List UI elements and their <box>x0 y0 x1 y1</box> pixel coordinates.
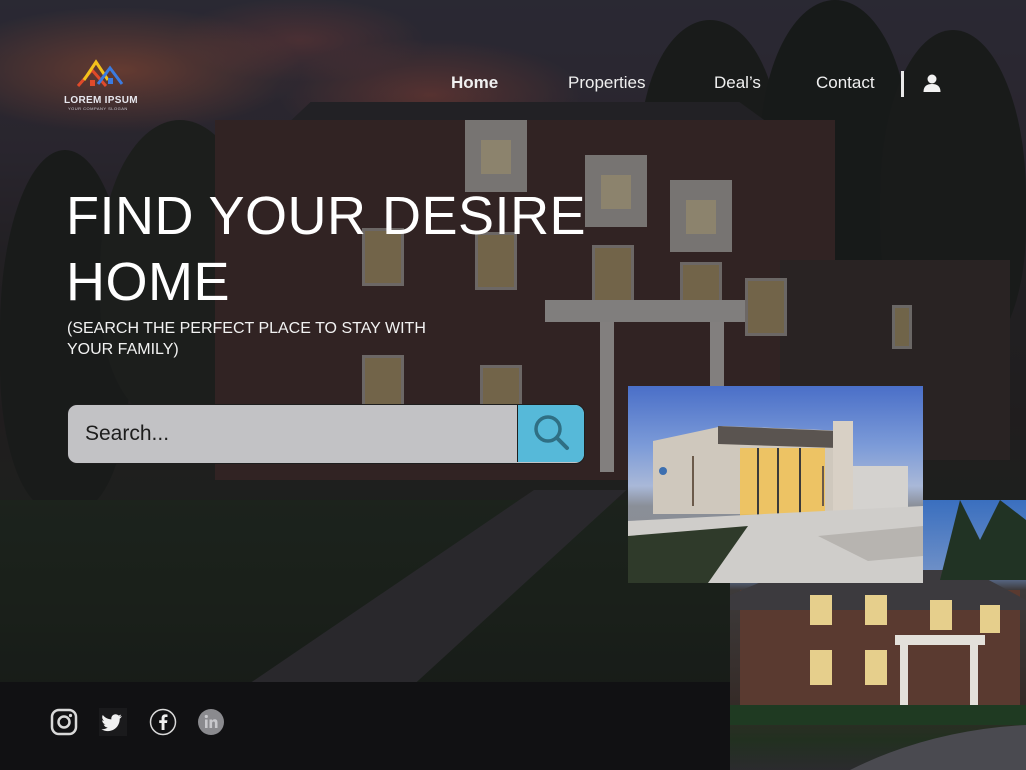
search-input[interactable] <box>68 405 518 462</box>
twitter-icon[interactable] <box>99 708 127 736</box>
hero-subtitle: (SEARCH THE PERFECT PLACE TO STAY WITH Y… <box>67 320 426 358</box>
search-icon <box>527 415 575 457</box>
logo-text: LOREM IPSUM <box>64 95 138 106</box>
page: LOREM IPSUM YOUR COMPANY SLOGAN Home Pro… <box>0 0 1026 770</box>
search-button[interactable] <box>517 405 584 462</box>
hero-title: FIND YOUR DESIRE HOME <box>66 186 587 312</box>
nav-divider <box>901 71 904 97</box>
nav-contact[interactable]: Contact <box>816 73 875 93</box>
user-icon[interactable] <box>922 73 942 93</box>
logo-tagline: YOUR COMPANY SLOGAN <box>68 106 128 111</box>
linkedin-icon[interactable] <box>197 708 225 736</box>
instagram-icon[interactable] <box>50 708 78 736</box>
nav-deals[interactable]: Deal’s <box>714 73 761 93</box>
facebook-icon[interactable] <box>149 708 177 736</box>
nav-home[interactable]: Home <box>451 73 498 93</box>
nav-properties[interactable]: Properties <box>568 73 645 93</box>
property-image-modern-house[interactable] <box>628 386 923 583</box>
search-bar <box>67 404 585 464</box>
